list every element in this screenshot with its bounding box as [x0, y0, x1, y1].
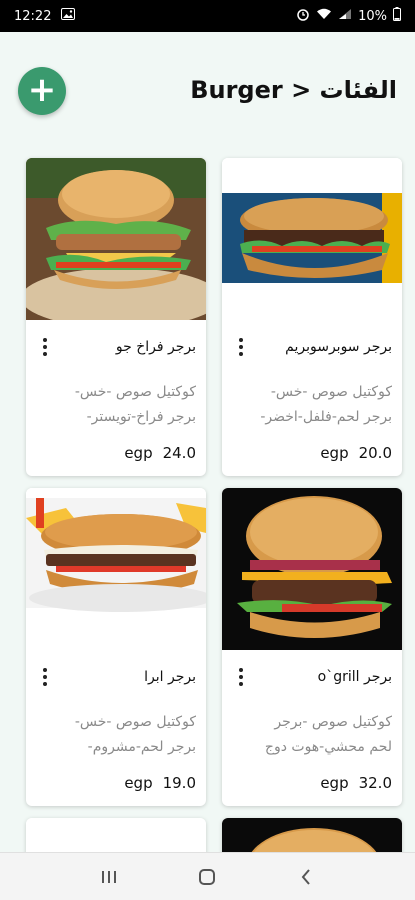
burger-image	[222, 158, 402, 320]
description-line: برجر فراخ-تويستر-	[86, 409, 196, 425]
system-navigation-bar	[0, 852, 415, 900]
product-description: كوكتيل صوص -خس- برجر فراخ-تويستر-	[36, 380, 196, 430]
description-line: برجر لحم-مشروم-	[87, 739, 196, 755]
product-description: كوكتيل صوص -خس- برجر لحم-فلفل-اخضر-	[232, 380, 392, 430]
product-price: egp 32.0	[232, 774, 392, 792]
kebab-menu-icon[interactable]	[36, 334, 54, 360]
kebab-menu-icon[interactable]	[232, 334, 250, 360]
description-line: لحم محشي-هوت دوج	[264, 739, 392, 755]
header: + الفئات < Burger	[0, 32, 415, 142]
battery-icon	[393, 7, 401, 25]
description-line: برجر لحم-فلفل-اخضر-	[260, 409, 392, 425]
product-description: كوكتيل صوص -برجر لحم محشي-هوت دوج	[232, 710, 392, 760]
product-name: برجر o`grill	[317, 669, 392, 685]
app-screen: + الفئات < Burger برجر سوبرسوبريم كوكتيل…	[0, 32, 415, 852]
description-line: كوكتيل صوص -خس-	[74, 384, 196, 400]
burger-image	[26, 158, 206, 320]
add-button[interactable]: +	[18, 67, 66, 115]
plus-icon: +	[27, 69, 57, 110]
signal-icon	[338, 8, 352, 24]
description-line: كوكتيل صوص -خس-	[270, 384, 392, 400]
status-time: 12:22	[14, 8, 52, 24]
product-name: برجر ابرا	[144, 669, 196, 685]
product-card[interactable]: برجر فراخ جو كوكتيل صوص -خس- برجر فراخ-ت…	[26, 158, 206, 476]
product-name: برجر فراخ جو	[115, 339, 196, 355]
kebab-menu-icon[interactable]	[232, 664, 250, 690]
price-value: 20.0	[358, 444, 392, 462]
price-value: 24.0	[162, 444, 196, 462]
price-value: 32.0	[358, 774, 392, 792]
product-price: egp 20.0	[232, 444, 392, 462]
price-value: 19.0	[162, 774, 196, 792]
product-price: egp 24.0	[36, 444, 196, 462]
back-icon	[301, 868, 310, 885]
product-card-partial[interactable]	[222, 818, 402, 852]
product-card[interactable]: برجر سوبرسوبريم كوكتيل صوص -خس- برجر لحم…	[222, 158, 402, 476]
wifi-icon	[316, 8, 332, 24]
battery-percent: 10%	[358, 8, 387, 24]
recents-button[interactable]	[89, 857, 129, 897]
product-card[interactable]: برجر o`grill كوكتيل صوص -برجر لحم محشي-ه…	[222, 488, 402, 806]
home-button[interactable]	[187, 857, 227, 897]
recents-icon	[102, 870, 117, 883]
product-name: برجر سوبرسوبريم	[285, 339, 392, 355]
burger-image	[26, 818, 206, 852]
description-line: كوكتيل صوص -خس-	[74, 714, 196, 730]
price-currency: egp	[124, 444, 153, 462]
price-currency: egp	[320, 774, 349, 792]
burger-image	[222, 488, 402, 650]
status-bar: 12:22 10%	[0, 0, 415, 32]
burger-image	[222, 818, 402, 852]
image-notification-icon	[61, 8, 76, 24]
product-description: كوكتيل صوص -خس- برجر لحم-مشروم-	[36, 710, 196, 760]
kebab-menu-icon[interactable]	[36, 664, 54, 690]
product-card-partial[interactable]	[26, 818, 206, 852]
product-card[interactable]: برجر ابرا كوكتيل صوص -خس- برجر لحم-مشروم…	[26, 488, 206, 806]
alarm-icon	[296, 7, 310, 25]
product-price: egp 19.0	[36, 774, 196, 792]
home-icon	[199, 868, 216, 885]
page-title: الفئات < Burger	[190, 76, 397, 104]
burger-image	[26, 488, 206, 650]
description-line: كوكتيل صوص -برجر	[274, 714, 392, 730]
back-button[interactable]	[286, 857, 326, 897]
price-currency: egp	[124, 774, 153, 792]
price-currency: egp	[320, 444, 349, 462]
